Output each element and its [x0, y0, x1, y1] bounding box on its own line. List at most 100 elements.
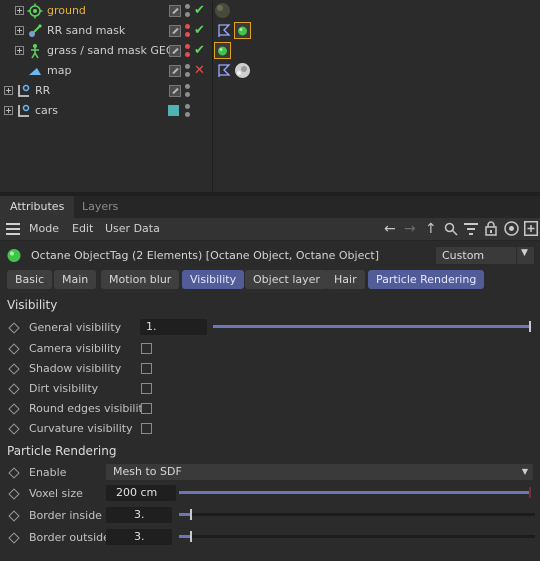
camera-visibility-checkbox[interactable] [141, 343, 152, 354]
keyframe-diamond-icon[interactable] [8, 383, 20, 395]
editor-visibility-icon[interactable] [169, 45, 181, 57]
object-row-grass-sand-mask-geo[interactable]: grass / sand mask GEO ✔ [0, 41, 540, 61]
border-inside-field[interactable]: 3. [106, 507, 172, 523]
expand-icon[interactable] [15, 46, 24, 55]
tab-layers[interactable]: Layers [72, 196, 128, 218]
expand-icon[interactable] [4, 106, 13, 115]
tab-hair[interactable]: Hair [326, 270, 365, 289]
tab-attributes[interactable]: Attributes [0, 196, 75, 218]
keyframe-diamond-icon[interactable] [8, 467, 20, 479]
round-edges-visibility-checkbox[interactable] [141, 403, 152, 414]
voxel-size-slider[interactable] [179, 487, 531, 498]
tab-main[interactable]: Main [54, 270, 97, 289]
render-dot-icon[interactable] [185, 92, 190, 97]
keyframe-diamond-icon[interactable] [8, 322, 20, 334]
slider-handle[interactable] [189, 509, 192, 520]
border-outside-field[interactable]: 3. [106, 529, 172, 545]
object-name[interactable]: RR sand mask [47, 24, 125, 37]
object-row-cars[interactable]: cars [0, 101, 540, 121]
search-icon[interactable] [444, 222, 458, 236]
tab-basic[interactable]: Basic [7, 270, 53, 289]
tab-object-layer[interactable]: Object layer [245, 270, 328, 289]
object-row-rr[interactable]: RR [0, 81, 540, 101]
object-name[interactable]: map [47, 64, 71, 77]
border-outside-slider[interactable] [179, 531, 535, 542]
slider-handle[interactable] [529, 321, 531, 332]
enabled-check-icon[interactable]: ✔ [194, 43, 205, 58]
object-row-rr-sand-mask[interactable]: RR sand mask ✔ [0, 21, 540, 41]
menu-edit[interactable]: Edit [72, 222, 93, 235]
render-dot-icon[interactable] [185, 72, 190, 77]
param-border-outside: Border outside 3. [0, 528, 540, 548]
editor-visibility-icon[interactable] [169, 25, 181, 37]
up-arrow-icon[interactable]: ↑ [425, 221, 437, 237]
tab-particle-rendering[interactable]: Particle Rendering [368, 270, 485, 289]
slider-handle[interactable] [529, 487, 531, 498]
editor-visibility-icon[interactable] [169, 85, 181, 97]
enabled-check-icon[interactable]: ✔ [194, 23, 205, 38]
flag-tag-icon[interactable] [216, 22, 233, 39]
object-name[interactable]: ground [47, 4, 86, 17]
shadow-visibility-checkbox[interactable] [141, 363, 152, 374]
flag-tag-icon[interactable] [216, 62, 233, 79]
octane-tag-icon[interactable] [234, 22, 251, 39]
tab-visibility[interactable]: Visibility [182, 270, 245, 289]
preset-select[interactable]: Custom ▼ [435, 246, 535, 265]
ground-sphere-icon[interactable] [214, 2, 231, 19]
editor-visibility-icon[interactable] [169, 5, 181, 17]
forward-arrow-icon[interactable]: → [404, 221, 416, 237]
keyframe-diamond-icon[interactable] [8, 343, 20, 355]
general-visibility-slider[interactable] [213, 321, 531, 332]
keyframe-diamond-icon[interactable] [8, 510, 20, 522]
keyframe-diamond-icon[interactable] [8, 488, 20, 500]
render-dot-icon[interactable] [185, 12, 190, 17]
object-row-ground[interactable]: ground ✔ [0, 1, 540, 21]
editor-dot-icon[interactable] [185, 24, 190, 29]
octane-tag-icon[interactable] [214, 42, 231, 59]
render-dot-icon[interactable] [185, 32, 190, 37]
add-panel-icon[interactable] [524, 221, 538, 236]
object-name[interactable]: cars [35, 104, 58, 117]
voxel-size-field[interactable]: 200 cm [106, 485, 176, 501]
render-dot-icon[interactable] [185, 52, 190, 57]
back-arrow-icon[interactable]: ← [384, 221, 396, 237]
target-icon[interactable] [504, 221, 519, 236]
keyframe-diamond-icon[interactable] [8, 363, 20, 375]
object-row-map[interactable]: map ✕ [0, 61, 540, 81]
expand-icon[interactable] [15, 6, 24, 15]
editor-dot-icon[interactable] [185, 84, 190, 89]
layer-color-swatch[interactable] [168, 105, 179, 116]
tab-motion-blur[interactable]: Motion blur [101, 270, 180, 289]
editor-dot-icon[interactable] [185, 104, 190, 109]
disabled-cross-icon[interactable]: ✕ [194, 63, 205, 78]
menu-user-data[interactable]: User Data [105, 222, 160, 235]
param-label: Curvature visibility [29, 422, 133, 435]
keyframe-diamond-icon[interactable] [8, 403, 20, 415]
render-dot-icon[interactable] [185, 112, 190, 117]
hamburger-menu-icon[interactable] [6, 223, 20, 235]
editor-visibility-icon[interactable] [169, 65, 181, 77]
general-visibility-field[interactable]: 1. [140, 319, 207, 335]
slider-handle[interactable] [189, 531, 192, 542]
keyframe-diamond-icon[interactable] [8, 423, 20, 435]
object-name[interactable]: grass / sand mask GEO [47, 44, 175, 57]
enabled-check-icon[interactable]: ✔ [194, 3, 205, 18]
keyframe-diamond-icon[interactable] [8, 532, 20, 544]
object-name[interactable]: RR [35, 84, 50, 97]
param-curvature-visibility: Curvature visibility [0, 419, 540, 439]
param-label: Border inside [29, 509, 102, 522]
border-inside-slider[interactable] [179, 509, 535, 520]
texture-tag-icon[interactable] [234, 62, 251, 79]
editor-dot-icon[interactable] [185, 44, 190, 49]
expand-icon[interactable] [4, 86, 13, 95]
editor-dot-icon[interactable] [185, 64, 190, 69]
editor-dot-icon[interactable] [185, 4, 190, 9]
expand-icon[interactable] [15, 26, 24, 35]
menu-mode[interactable]: Mode [29, 222, 59, 235]
enable-mode-dropdown[interactable]: Mesh to SDF ▼ [106, 464, 533, 480]
param-camera-visibility: Camera visibility [0, 339, 540, 359]
lock-icon[interactable] [485, 221, 497, 236]
dirt-visibility-checkbox[interactable] [141, 383, 152, 394]
filter-icon[interactable] [464, 223, 478, 235]
curvature-visibility-checkbox[interactable] [141, 423, 152, 434]
